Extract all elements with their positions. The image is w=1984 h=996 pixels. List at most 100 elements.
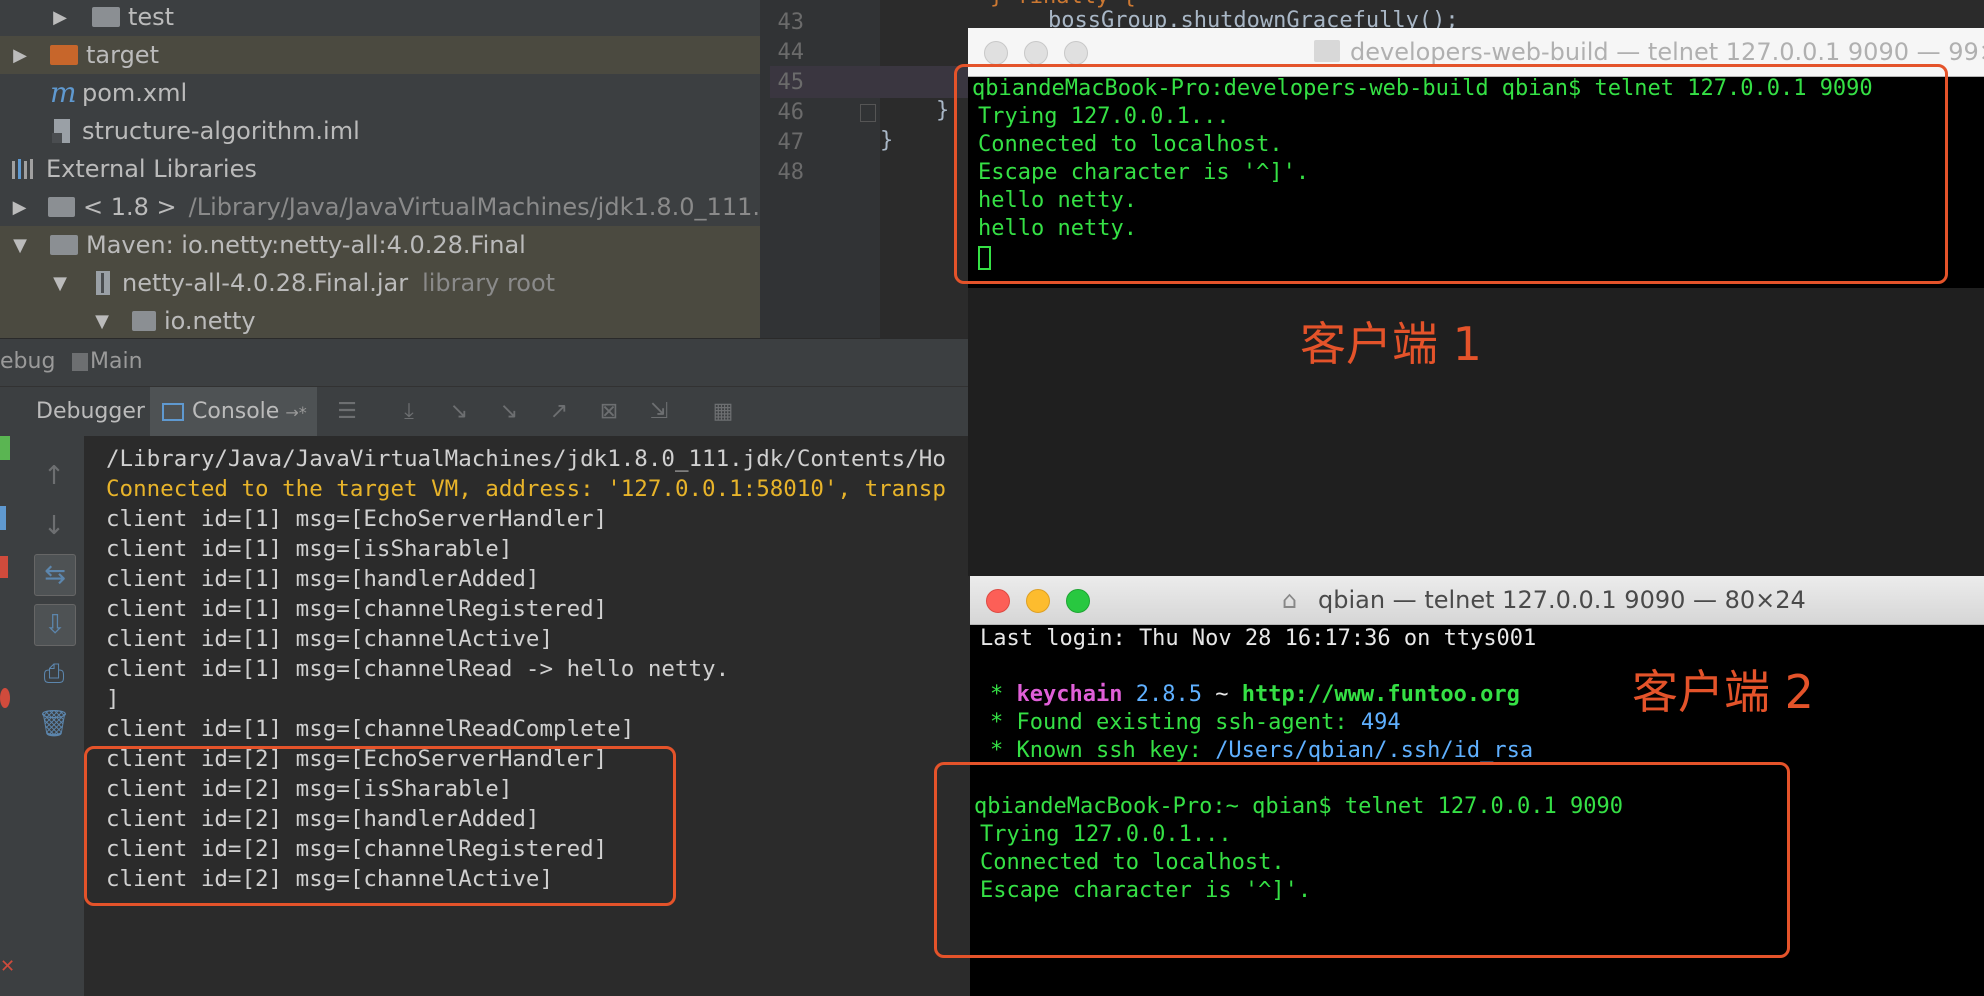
console-line: ] <box>106 686 120 712</box>
step-out-icon[interactable]: ↗ <box>546 399 572 425</box>
close-button[interactable] <box>986 589 1010 613</box>
expand-arrow-icon[interactable]: ▶ <box>8 45 32 66</box>
console-line: client id=[1] msg=[channelReadComplete] <box>106 716 635 742</box>
tree-item-jdk[interactable]: ▶ < 1.8 > /Library/Java/JavaVirtualMachi… <box>0 188 760 226</box>
annotation-box-client1 <box>954 64 1948 284</box>
run-config-icon <box>72 353 88 371</box>
folder-icon <box>1314 40 1340 62</box>
minimize-button[interactable] <box>1026 589 1050 613</box>
expand-arrow-icon[interactable]: ▶ <box>8 197 31 218</box>
tree-item-io-netty[interactable]: ▼ io.netty <box>0 302 760 338</box>
library-icon <box>50 235 78 255</box>
code-line: } <box>936 98 950 123</box>
console-line: client id=[1] msg=[channelActive] <box>106 626 554 652</box>
tree-item-iml[interactable]: structure-algorithm.iml <box>0 112 760 150</box>
jdk-icon <box>48 197 75 217</box>
print-icon[interactable]: ⎙ <box>34 654 74 694</box>
line-number: 45 <box>777 70 805 95</box>
terminal-2-agent-line: * Found existing ssh-agent: 494 <box>990 710 1401 735</box>
run-to-cursor-icon[interactable]: ⇲ <box>646 399 672 425</box>
tree-item-maven-netty[interactable]: ▼ Maven: io.netty:netty-all:4.0.28.Final <box>0 226 760 264</box>
terminal-2-key-line: * Known ssh key: /Users/qbian/.ssh/id_rs… <box>990 738 1534 763</box>
evaluate-expression-icon[interactable]: ▦ <box>710 399 736 425</box>
tree-item-target[interactable]: ▶ target <box>0 36 760 74</box>
run-config-name[interactable]: Main <box>90 349 143 374</box>
expand-arrow-icon[interactable]: ▶ <box>48 7 72 28</box>
up-arrow-icon[interactable]: ↑ <box>34 456 74 496</box>
terminal-2-keychain-line: * keychain 2.8.5 ~ http://www.funtoo.org <box>990 682 1520 707</box>
project-tree: ▶ test ▶ target m pom.xml structure-algo… <box>0 0 760 338</box>
step-over-icon[interactable]: ⤓ <box>396 399 422 425</box>
scroll-to-end-icon[interactable]: ⇩ <box>34 604 76 646</box>
collapse-arrow-icon[interactable]: ▼ <box>8 235 32 256</box>
tree-item-label: io.netty <box>164 307 256 335</box>
soft-wrap-icon[interactable]: ⇆ <box>34 554 76 596</box>
console-line: client id=[1] msg=[channelRegistered] <box>106 596 608 622</box>
folder-icon <box>92 7 120 27</box>
tree-item-label: target <box>86 41 159 69</box>
tree-item-label: External Libraries <box>46 155 257 183</box>
zoom-button[interactable] <box>1064 41 1088 65</box>
pin-icon: →* <box>285 403 307 422</box>
console-line: /Library/Java/JavaVirtualMachines/jdk1.8… <box>106 446 946 472</box>
line-number: 48 <box>777 160 805 185</box>
down-arrow-icon[interactable]: ↓ <box>34 506 74 546</box>
console-line: client id=[1] msg=[EchoServerHandler] <box>106 506 608 532</box>
tree-item-label: test <box>128 3 175 31</box>
zoom-button[interactable] <box>1066 589 1090 613</box>
pause-icon[interactable] <box>0 506 6 530</box>
tree-item-label: pom.xml <box>82 79 188 107</box>
terminal-2-title: qbian — telnet 127.0.0.1 9090 — 80×24 <box>1318 586 1806 614</box>
collapse-arrow-icon[interactable]: ▼ <box>90 311 114 332</box>
line-number: 46 <box>777 100 805 125</box>
stop-icon[interactable] <box>0 556 8 578</box>
console-icon <box>162 403 184 421</box>
left-tool-strip: ✕ <box>0 436 26 996</box>
trash-icon[interactable]: 🗑 <box>34 704 74 744</box>
console-line: client id=[1] msg=[isSharable] <box>106 536 513 562</box>
tree-item-label: netty-all-4.0.28.Final.jar <box>122 269 409 297</box>
home-icon: ⌂ <box>1282 586 1298 614</box>
debug-tool-title: ebug <box>0 349 56 374</box>
breakpoints-icon[interactable] <box>0 688 10 708</box>
maven-icon: m <box>50 76 77 109</box>
step-into-icon[interactable]: ↘ <box>446 399 472 425</box>
tree-item-detail: /Library/Java/JavaVirtualMachines/jdk1.8… <box>188 193 760 221</box>
close-icon[interactable]: ✕ <box>0 956 15 977</box>
tree-item-label: Maven: io.netty:netty-all:4.0.28.Final <box>86 231 526 259</box>
jar-icon <box>94 271 114 295</box>
close-button[interactable] <box>984 41 1008 65</box>
tree-item-netty-jar[interactable]: ▼ netty-all-4.0.28.Final.jar library roo… <box>0 264 760 302</box>
libraries-icon <box>10 157 38 181</box>
line-number: 44 <box>777 40 805 65</box>
tab-debugger[interactable]: Debugger <box>26 387 155 437</box>
tree-item-label: < 1.8 > <box>82 193 177 221</box>
force-step-into-icon[interactable]: ↘ <box>496 399 522 425</box>
tab-console[interactable]: Console →* <box>150 387 317 437</box>
fold-icon[interactable] <box>860 104 876 122</box>
tree-item-test[interactable]: ▶ test <box>0 0 760 36</box>
iml-file-icon <box>52 119 74 143</box>
console-line: client id=[1] msg=[handlerAdded] <box>106 566 540 592</box>
annotation-box-client2 <box>934 762 1790 958</box>
tree-item-detail: library root <box>422 269 556 297</box>
drop-frame-icon[interactable]: ⊠ <box>596 399 622 425</box>
resume-icon[interactable] <box>0 436 10 460</box>
terminal-2-titlebar[interactable]: ⌂ qbian — telnet 127.0.0.1 9090 — 80×24 <box>970 576 1984 625</box>
console-line: Connected to the target VM, address: '12… <box>106 476 946 502</box>
tree-item-pom[interactable]: m pom.xml <box>0 74 760 112</box>
console-line: client id=[1] msg=[channelRead -> hello … <box>106 656 730 682</box>
code-line: } <box>880 128 894 153</box>
annotation-box-client2-log <box>84 746 676 906</box>
annotation-label-client2: 客户端 2 <box>1632 665 1814 719</box>
debug-header: ebug Main <box>0 338 968 387</box>
annotation-label-client1: 客户端 1 <box>1300 317 1482 371</box>
line-number: 43 <box>777 10 805 35</box>
minimize-button[interactable] <box>1024 41 1048 65</box>
show-execution-point-icon[interactable]: ☰ <box>334 399 360 425</box>
console-side-tools: ↑ ↓ ⇆ ⇩ ⎙ 🗑 <box>26 436 84 996</box>
folder-icon <box>50 45 78 65</box>
tree-item-external-libraries[interactable]: External Libraries <box>0 150 760 188</box>
terminal-2-last-login: Last login: Thu Nov 28 16:17:36 on ttys0… <box>980 626 1537 651</box>
collapse-arrow-icon[interactable]: ▼ <box>48 273 72 294</box>
